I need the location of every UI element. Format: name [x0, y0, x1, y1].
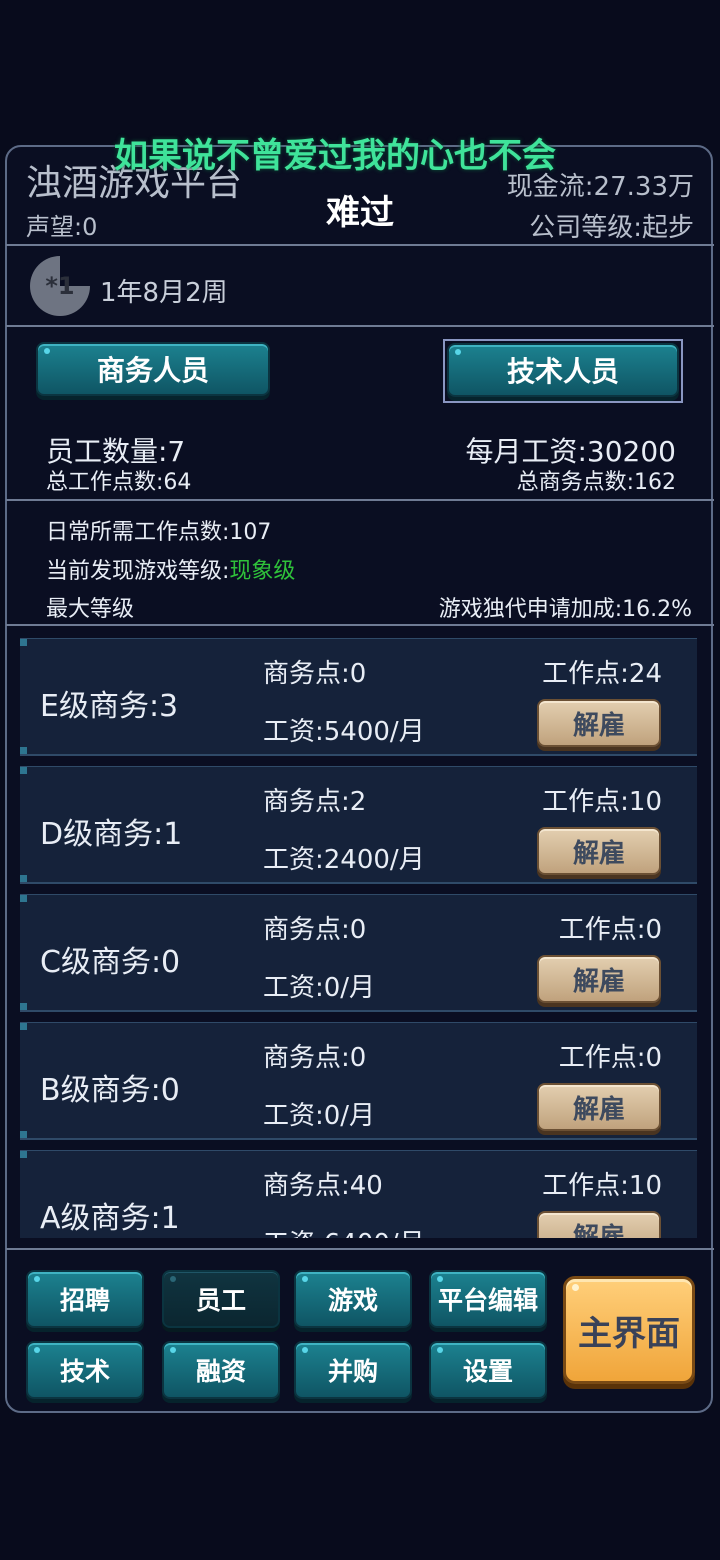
nav-recruit-label: 招聘	[59, 1286, 110, 1315]
main-menu-button[interactable]: 主界面	[563, 1276, 695, 1384]
fire-button[interactable]: 解雇	[537, 1211, 661, 1238]
discover-level: 当前发现游戏等级:现象级	[46, 553, 295, 585]
nav-staff-button[interactable]: 员工	[162, 1270, 280, 1328]
nav-merger-label: 并购	[327, 1357, 378, 1386]
fire-button[interactable]: 解雇	[537, 955, 661, 1003]
tab-business-label: 商务人员	[96, 354, 209, 387]
nav-games-button[interactable]: 游戏	[294, 1270, 412, 1328]
list-item: C级商务:0 商务点:0 工作点:0 工资:0/月 解雇	[20, 894, 697, 1012]
nav-merger-button[interactable]: 并购	[294, 1341, 412, 1399]
row-work-points: 工作点:0	[558, 1043, 662, 1073]
daily-work-points: 日常所需工作点数:107	[46, 520, 272, 545]
row-title: E级商务:3	[40, 689, 179, 724]
row-salary: 工资:0/月	[263, 1101, 376, 1131]
divider	[6, 325, 714, 327]
list-item: D级商务:1 商务点:2 工作点:10 工资:2400/月 解雇	[20, 766, 697, 884]
row-business-points: 商务点:0	[263, 1043, 367, 1073]
row-salary: 工资:5400/月	[263, 717, 425, 747]
nav-settings-label: 设置	[462, 1357, 513, 1386]
list-item: E级商务:3 商务点:0 工作点:24 工资:5400/月 解雇	[20, 638, 697, 756]
row-work-points: 工作点:24	[542, 659, 662, 689]
list-item: B级商务:0 商务点:0 工作点:0 工资:0/月 解雇	[20, 1022, 697, 1140]
list-item: A级商务:1 商务点:40 工作点:10 工资:6400/月 解雇	[20, 1150, 697, 1238]
row-salary: 工资:2400/月	[263, 845, 425, 875]
row-work-points: 工作点:10	[542, 787, 662, 817]
nav-settings-button[interactable]: 设置	[429, 1341, 547, 1399]
lyric-line-1: 如果说不曾爱过我的心也不会	[114, 136, 556, 176]
total-business-points: 总商务点数:162	[516, 470, 676, 495]
main-menu-label: 主界面	[578, 1313, 680, 1354]
fire-button[interactable]: 解雇	[537, 1083, 661, 1131]
row-work-points: 工作点:0	[558, 915, 662, 945]
max-level: 最大等级	[46, 597, 135, 622]
row-business-points: 商务点:40	[263, 1171, 383, 1201]
total-work-points: 总工作点数:64	[46, 470, 192, 495]
nav-games-label: 游戏	[327, 1286, 378, 1315]
nav-financing-label: 融资	[195, 1357, 246, 1386]
discover-level-value: 现象级	[229, 559, 296, 584]
row-title: B级商务:0	[40, 1073, 180, 1108]
discover-level-label: 当前发现游戏等级:	[46, 559, 230, 584]
nav-staff-label: 员工	[195, 1286, 246, 1315]
divider	[6, 499, 714, 501]
nav-financing-button[interactable]: 融资	[162, 1341, 280, 1399]
row-business-points: 商务点:0	[263, 659, 367, 689]
nav-tech-button[interactable]: 技术	[26, 1341, 144, 1399]
divider	[6, 244, 714, 246]
staff-list[interactable]: E级商务:3 商务点:0 工作点:24 工资:5400/月 解雇 D级商务:1 …	[8, 628, 712, 1238]
nav-platform-edit-label: 平台编辑	[437, 1286, 538, 1315]
nav-recruit-button[interactable]: 招聘	[26, 1270, 144, 1328]
exclusive-bonus: 游戏独代申请加成:16.2%	[438, 597, 692, 622]
row-salary: 工资:0/月	[263, 973, 376, 1003]
nav-platform-edit-button[interactable]: 平台编辑	[429, 1270, 547, 1328]
divider	[6, 1248, 714, 1250]
row-title: D级商务:1	[40, 817, 183, 852]
fire-button[interactable]: 解雇	[537, 827, 661, 875]
row-work-points: 工作点:10	[542, 1171, 662, 1201]
fire-button[interactable]: 解雇	[537, 699, 661, 747]
tab-business-staff[interactable]: 商务人员	[36, 342, 270, 396]
row-title: A级商务:1	[40, 1201, 180, 1236]
row-salary: 工资:6400/月	[263, 1223, 425, 1238]
tab-tech-label: 技术人员	[506, 355, 619, 388]
divider	[6, 624, 714, 626]
lyric-line-2: 难过	[326, 193, 394, 233]
row-business-points: 商务点:0	[263, 915, 367, 945]
row-business-points: 商务点:2	[263, 787, 367, 817]
game-date: 1年8月2周	[100, 278, 228, 308]
nav-tech-label: 技术	[59, 1357, 110, 1386]
tab-tech-staff[interactable]: 技术人员	[447, 343, 679, 397]
row-title: C级商务:0	[40, 945, 181, 980]
